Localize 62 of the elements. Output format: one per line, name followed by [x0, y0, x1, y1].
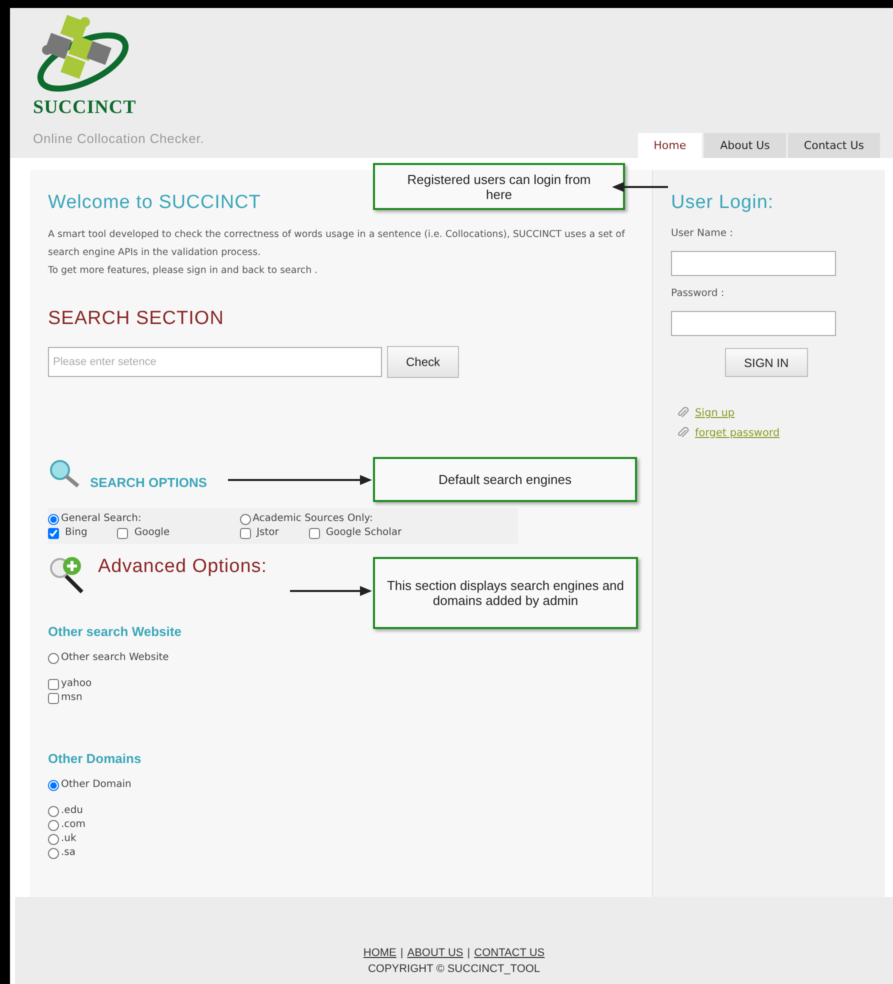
footer-link[interactable]: ABOUT US: [407, 947, 464, 959]
site-checkbox[interactable]: [48, 692, 59, 704]
domain-radio[interactable]: [48, 780, 59, 790]
advanced-options-heading: Advanced Options:: [98, 556, 268, 578]
footer-link[interactable]: CONTACT US: [474, 947, 545, 959]
copyright-text: COPYRIGHT © SUCCINCT_TOOL: [368, 963, 540, 975]
separator: |: [400, 947, 404, 959]
radio-label: Other Domain: [61, 778, 132, 792]
tagline: Online Collocation Checker.: [33, 131, 204, 146]
radio-label: .sa: [61, 846, 76, 860]
checkbox-label: msn: [61, 691, 82, 705]
password-input[interactable]: [671, 311, 836, 336]
domain-option-radio[interactable]: [48, 820, 59, 830]
site-checkbox[interactable]: [48, 678, 59, 690]
engine-checkbox[interactable]: [117, 528, 128, 538]
login-heading: User Login:: [671, 192, 774, 214]
checkbox-label: Jstor: [256, 526, 279, 540]
domain-option-radio[interactable]: [48, 848, 59, 858]
radio-label: .edu: [61, 804, 84, 818]
engine-checkbox[interactable]: [308, 528, 320, 538]
footer-link[interactable]: HOME: [363, 947, 396, 959]
website-radio[interactable]: [48, 652, 59, 664]
annotation-callout: This section displays search engines and domains added by admin: [373, 557, 638, 629]
radio-label: .com: [61, 818, 86, 832]
check-button[interactable]: Check: [387, 346, 460, 378]
search-mode-radio[interactable]: [240, 514, 251, 524]
engine-checkbox[interactable]: [48, 528, 59, 538]
checkbox-label: Google Scholar: [326, 526, 402, 540]
sign-in-button[interactable]: SIGN IN: [725, 348, 808, 377]
checkbox-label: Google: [134, 526, 170, 540]
checkbox-label: Bing: [65, 526, 88, 540]
nav-tab[interactable]: Home: [638, 133, 702, 158]
annotation-callout: Registered users can login from here: [373, 163, 625, 210]
search-section-heading: SEARCH SECTION: [48, 308, 224, 330]
paperclip-icon: [677, 407, 689, 419]
intro-text: A smart tool developed to check the correctness of words usage in a sentence (i.e. Collocations), SUCCINCT uses a set of search engine APIs in the validation process.: [48, 228, 626, 260]
search-mode-radio[interactable]: [48, 514, 59, 524]
intro-text: To get more features, please sign in and back to search .: [48, 264, 319, 278]
search-icon: [48, 458, 80, 490]
domain-option-radio[interactable]: [48, 834, 59, 844]
search-options-heading: SEARCH OPTIONS: [90, 475, 208, 490]
logo-text: SUCCINCT: [33, 97, 138, 119]
section-heading: Other Domains: [48, 751, 142, 766]
section-heading: Other search Website: [48, 624, 182, 639]
paperclip-icon: [677, 427, 689, 439]
nav-tab[interactable]: About Us: [704, 133, 786, 158]
annotation-callout: Default search engines: [373, 457, 637, 502]
password-label: Password :: [671, 288, 726, 299]
radio-label: .uk: [61, 832, 76, 846]
domain-option-radio[interactable]: [48, 806, 59, 816]
sentence-input[interactable]: Please enter setence: [48, 347, 382, 377]
checkbox-label: yahoo: [61, 677, 92, 691]
radio-label: Other search Website: [61, 651, 169, 665]
welcome-heading: Welcome to SUCCINCT: [48, 192, 261, 214]
nav-tab[interactable]: Contact Us: [788, 133, 880, 158]
arrow: [612, 182, 668, 192]
radio-label: General Search:: [61, 512, 142, 526]
engine-checkbox[interactable]: [240, 528, 251, 538]
username-input[interactable]: [671, 251, 836, 276]
separator: |: [467, 947, 470, 959]
username-label: User Name :: [671, 228, 734, 239]
radio-label: Academic Sources Only:: [252, 512, 373, 526]
